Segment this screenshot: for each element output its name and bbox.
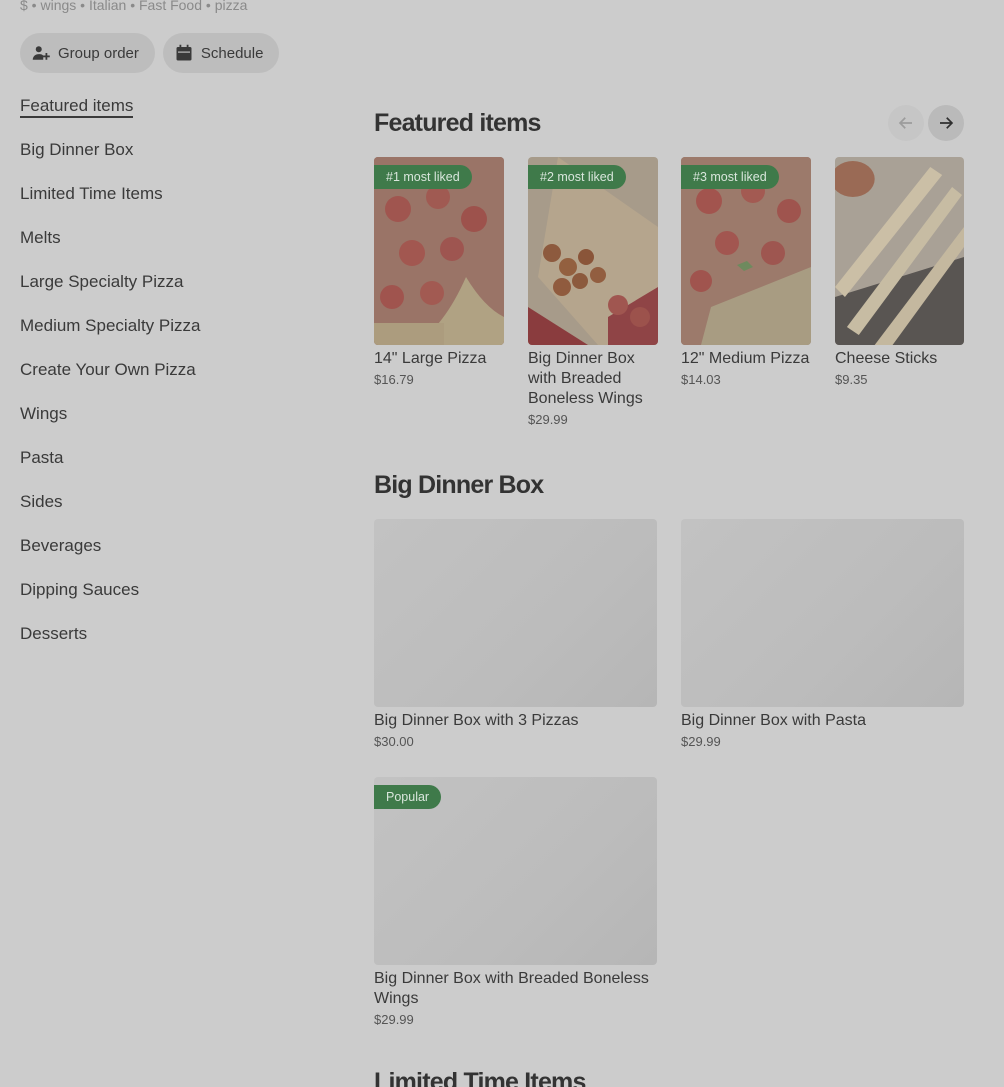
item-price: $29.99 (374, 1012, 414, 1027)
item-name: Big Dinner Box with Breaded Boneless Win… (374, 970, 649, 1007)
menu-category-large-specialty-pizza[interactable]: Large Specialty Pizza (20, 268, 320, 312)
most-liked-badge: #3 most liked (681, 165, 779, 189)
item-price: $30.00 (374, 734, 414, 749)
featured-item-card[interactable]: #3 most liked 12" Medium Pizza $14.03 (681, 157, 811, 387)
arrow-right-icon (940, 117, 954, 129)
item-photo: #3 most liked (681, 157, 811, 345)
menu-item-card[interactable]: Big Dinner Box with 3 Pizzas $30.00 (374, 519, 657, 749)
menu-item-card[interactable]: Popular Big Dinner Box with Breaded Bone… (374, 777, 657, 1027)
store-actions: Group order Schedule (20, 33, 280, 73)
carousel-next-button[interactable] (928, 105, 964, 141)
menu-category-medium-specialty-pizza[interactable]: Medium Specialty Pizza (20, 312, 320, 356)
item-price: $16.79 (374, 372, 414, 387)
featured-item-card[interactable]: Cheese Sticks $9.35 (835, 157, 964, 387)
menu-category-featured-items[interactable]: Featured items (20, 92, 320, 136)
menu-category-wings[interactable]: Wings (20, 400, 320, 444)
item-photo-placeholder (681, 519, 964, 707)
item-price: $29.99 (681, 734, 721, 749)
arrow-left-icon (898, 117, 912, 129)
schedule-button[interactable]: Schedule (162, 33, 280, 73)
menu-category-nav: Featured items Big Dinner Box Limited Ti… (20, 92, 320, 664)
menu-item-card[interactable]: Big Dinner Box with Pasta $29.99 (681, 519, 964, 749)
calendar-icon (176, 44, 192, 61)
item-photo: #1 most liked (374, 157, 504, 345)
featured-item-card[interactable]: #2 most liked Big Dinner Box with Breade… (528, 157, 658, 427)
carousel-controls (888, 105, 964, 141)
menu-category-melts[interactable]: Melts (20, 224, 320, 268)
menu-category-create-your-own-pizza[interactable]: Create Your Own Pizza (20, 356, 320, 400)
item-name: Big Dinner Box with Breaded Boneless Win… (528, 350, 643, 407)
item-price: $9.35 (835, 372, 868, 387)
item-photo-placeholder: Popular (374, 777, 657, 965)
schedule-label: Schedule (200, 44, 264, 62)
item-name: Big Dinner Box with 3 Pizzas (374, 712, 579, 729)
store-tagline: $ • wings • Italian • Fast Food • pizza (20, 0, 248, 13)
group-order-button[interactable]: Group order (20, 33, 155, 73)
person-add-icon (32, 46, 50, 60)
big-dinner-box-heading: Big Dinner Box (374, 471, 544, 499)
menu-category-beverages[interactable]: Beverages (20, 532, 320, 576)
item-name: Cheese Sticks (835, 350, 938, 367)
item-price: $29.99 (528, 412, 568, 427)
featured-item-card[interactable]: #1 most liked 14" Large Pizza $16.79 (374, 157, 504, 387)
most-liked-badge: #1 most liked (374, 165, 472, 189)
carousel-prev-button[interactable] (888, 105, 924, 141)
item-name: Big Dinner Box with Pasta (681, 712, 866, 729)
item-name: 12" Medium Pizza (681, 350, 810, 367)
menu-category-desserts[interactable]: Desserts (20, 620, 320, 664)
item-price: $14.03 (681, 372, 721, 387)
menu-category-dipping-sauces[interactable]: Dipping Sauces (20, 576, 320, 620)
item-photo-placeholder (374, 519, 657, 707)
most-liked-badge: #2 most liked (528, 165, 626, 189)
menu-category-pasta[interactable]: Pasta (20, 444, 320, 488)
popular-badge: Popular (374, 785, 442, 809)
item-photo: #2 most liked (528, 157, 658, 345)
item-name: 14" Large Pizza (374, 350, 487, 367)
item-photo (835, 157, 964, 345)
group-order-label: Group order (58, 44, 139, 62)
menu-category-big-dinner-box[interactable]: Big Dinner Box (20, 136, 320, 180)
featured-items-heading: Featured items (374, 109, 541, 137)
menu-category-sides[interactable]: Sides (20, 488, 320, 532)
menu-category-limited-time-items[interactable]: Limited Time Items (20, 180, 320, 224)
limited-time-items-heading: Limited Time Items (374, 1068, 586, 1087)
